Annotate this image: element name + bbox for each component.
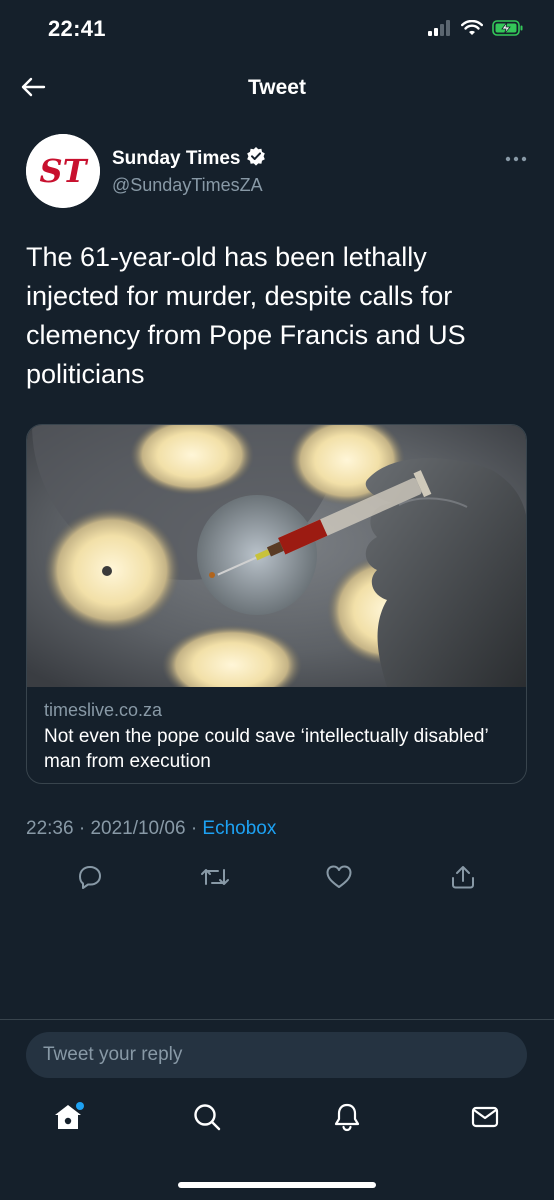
reply-icon: [77, 864, 103, 895]
retweet-icon: [200, 864, 230, 895]
home-indicator: [178, 1182, 376, 1188]
reply-button[interactable]: [73, 862, 107, 896]
share-icon: [450, 864, 476, 895]
wifi-icon: [461, 19, 483, 41]
tweet-time: 22:36: [26, 818, 74, 839]
tab-home[interactable]: [51, 1101, 85, 1138]
tab-messages[interactable]: [468, 1102, 502, 1136]
tweet-text: The 61-year-old has been lethally inject…: [26, 242, 466, 389]
home-icon: [52, 1101, 84, 1138]
signal-icon: [428, 20, 452, 41]
tab-search[interactable]: [190, 1102, 224, 1136]
reply-input[interactable]: [26, 1032, 527, 1078]
more-dots-icon: [505, 149, 527, 167]
status-bar: 22:41: [0, 0, 554, 62]
card-title: Not even the pope could save ‘intellectu…: [44, 726, 488, 772]
divider: [0, 1019, 554, 1020]
notifications-icon: [332, 1102, 362, 1137]
tweet-source[interactable]: Echobox: [202, 818, 276, 839]
tweet-meta: 22:36 · 2021/10/06 · Echobox: [26, 818, 276, 840]
avatar-logo-text: ST: [40, 152, 89, 190]
sunday-times-logo: ST: [26, 134, 100, 208]
retweet-button[interactable]: [198, 862, 232, 896]
like-button[interactable]: [322, 862, 356, 896]
search-icon: [192, 1102, 222, 1137]
status-time: 22:41: [48, 16, 106, 41]
card-image: [27, 425, 526, 687]
status-icons: [428, 19, 524, 41]
reply-box: [26, 1032, 527, 1078]
author-name[interactable]: Sunday Times: [112, 146, 266, 172]
more-options-button[interactable]: [504, 148, 528, 168]
share-button[interactable]: [446, 862, 480, 896]
nav-bar: Tweet: [0, 62, 554, 116]
card-domain: timeslive.co.za: [44, 700, 163, 720]
meta-separator: ·: [190, 818, 198, 839]
avatar[interactable]: ST: [26, 134, 100, 208]
author-handle[interactable]: @SundayTimesZA: [112, 175, 263, 196]
heart-icon: [325, 864, 353, 895]
tab-notifications[interactable]: [330, 1102, 364, 1136]
battery-charging-icon: [492, 20, 524, 41]
tweet-date: 2021/10/06: [90, 818, 186, 839]
link-preview-card[interactable]: timeslive.co.za Not even the pope could …: [26, 424, 527, 784]
page-title: Tweet: [248, 76, 306, 99]
tweet-actions: [0, 862, 554, 898]
verified-badge-icon: [246, 146, 266, 172]
tweet-detail-screen: 22:41 Tweet ST Sunday Times @SundayTimes…: [0, 0, 554, 1200]
messages-icon: [470, 1102, 500, 1137]
meta-separator: ·: [78, 818, 86, 839]
tab-bar: [0, 1096, 554, 1146]
tweet-header: ST Sunday Times @SundayTimesZA: [26, 134, 528, 210]
author-name-text: Sunday Times: [112, 148, 241, 169]
